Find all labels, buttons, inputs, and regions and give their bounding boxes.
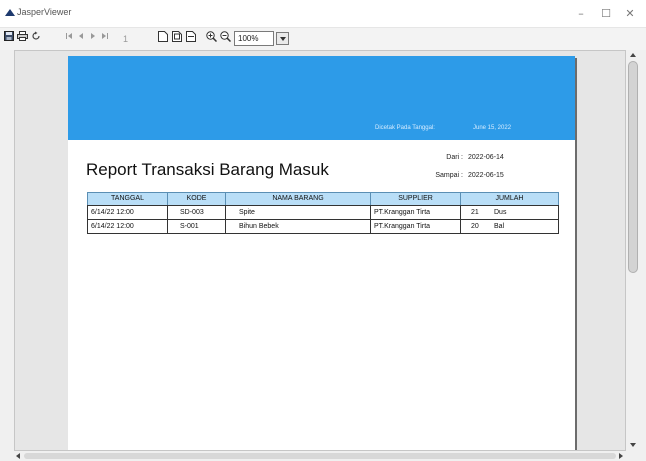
cell-unit: Dus	[494, 209, 507, 216]
printed-date: June 15, 2022	[473, 125, 512, 131]
jasper-viewer-window: JasperViewer – ☐ ✕ 1 100% Dicetak Pada T…	[0, 0, 646, 461]
vertical-scroll-thumb[interactable]	[628, 61, 638, 273]
from-value: 2022-06-14	[468, 154, 504, 161]
print-icon[interactable]	[16, 31, 28, 46]
column-header-kode: KODE	[167, 192, 226, 206]
window-title: JasperViewer	[17, 7, 72, 17]
cell-nama-barang: Bihun Bebek	[225, 219, 371, 234]
first-page-icon[interactable]	[64, 31, 73, 46]
page-number-field[interactable]: 1	[121, 32, 149, 46]
app-logo-icon	[5, 9, 15, 16]
title-bar: JasperViewer – ☐ ✕	[0, 0, 646, 28]
actual-size-icon[interactable]	[157, 31, 169, 46]
to-label: Sampai :	[435, 172, 463, 179]
cell-kode: S-001	[167, 219, 226, 234]
scroll-right-icon[interactable]	[619, 453, 623, 459]
report-title: Report Transaksi Barang Masuk	[86, 160, 329, 179]
to-value: 2022-06-15	[468, 172, 504, 179]
cell-tanggal: 6/14/22 12:00	[87, 205, 168, 220]
next-page-icon[interactable]	[88, 31, 97, 46]
cell-qty: 20	[471, 223, 479, 230]
close-button[interactable]: ✕	[620, 6, 640, 22]
cell-supplier: PT.Kranggan Tirta	[370, 205, 461, 220]
previous-page-icon[interactable]	[76, 31, 85, 46]
from-label: Dari :	[446, 154, 463, 161]
scroll-down-icon[interactable]	[630, 443, 636, 447]
column-header-supplier: SUPPLIER	[370, 192, 461, 206]
report-viewport: Dicetak Pada Tanggal: June 15, 2022 Repo…	[14, 50, 626, 451]
reload-icon[interactable]	[30, 31, 42, 46]
cell-jumlah: 21 Dus	[460, 205, 559, 220]
scroll-left-icon[interactable]	[16, 453, 20, 459]
cell-qty: 21	[471, 209, 479, 216]
report-banner: Dicetak Pada Tanggal: June 15, 2022	[68, 56, 575, 140]
column-header-tanggal: TANGGAL	[87, 192, 168, 206]
printed-label: Dicetak Pada Tanggal:	[375, 125, 435, 131]
zoom-select[interactable]: 100%	[234, 31, 274, 46]
save-icon[interactable]	[3, 31, 14, 46]
zoom-in-icon[interactable]	[205, 31, 217, 46]
scroll-up-icon[interactable]	[630, 53, 636, 57]
fit-page-icon[interactable]	[171, 31, 183, 46]
fit-width-icon[interactable]	[185, 31, 197, 46]
cell-nama-barang: Spite	[225, 205, 371, 220]
cell-jumlah: 20 Bal	[460, 219, 559, 234]
last-page-icon[interactable]	[100, 31, 109, 46]
cell-kode: SD-003	[167, 205, 226, 220]
maximize-button[interactable]: ☐	[596, 6, 616, 22]
vertical-scrollbar[interactable]	[626, 50, 640, 451]
zoom-out-icon[interactable]	[219, 31, 231, 46]
cell-supplier: PT.Kranggan Tirta	[370, 219, 461, 234]
report-page: Dicetak Pada Tanggal: June 15, 2022 Repo…	[68, 56, 575, 450]
zoom-dropdown-button[interactable]	[276, 32, 289, 45]
horizontal-scroll-thumb[interactable]	[24, 453, 616, 459]
cell-unit: Bal	[494, 223, 505, 230]
column-header-nama-barang: NAMA BARANG	[225, 192, 371, 206]
column-header-jumlah: JUMLAH	[460, 192, 559, 206]
horizontal-scrollbar[interactable]	[14, 451, 626, 461]
toolbar: 1 100%	[0, 28, 646, 50]
cell-tanggal: 6/14/22 12:00	[87, 219, 168, 234]
minimize-button[interactable]: –	[571, 6, 591, 22]
